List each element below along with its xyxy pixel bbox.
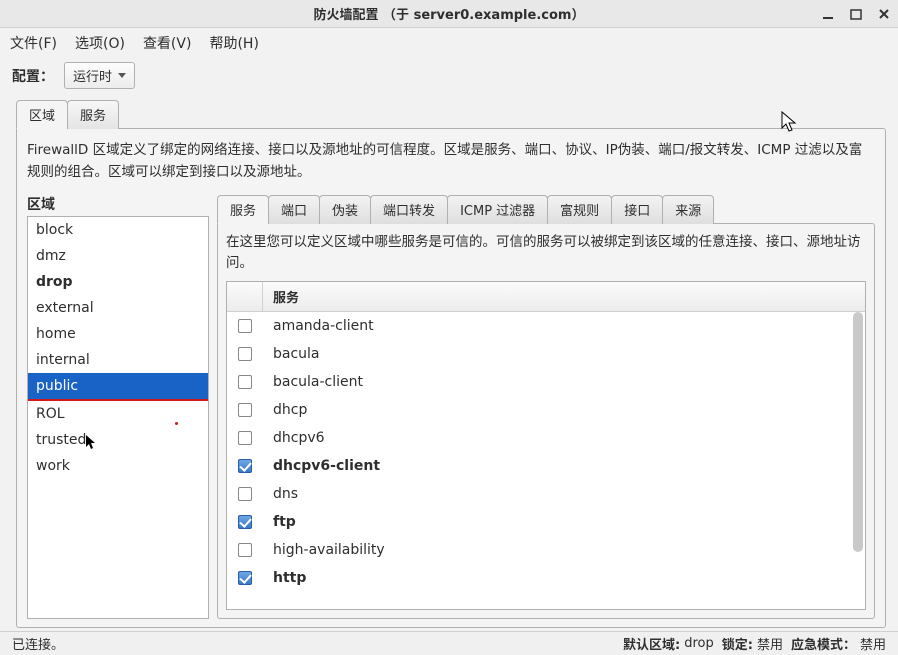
service-row-bacula-client[interactable]: bacula-client xyxy=(227,368,865,396)
menu-help[interactable]: 帮助(H) xyxy=(209,33,258,53)
zone-item-external[interactable]: external xyxy=(28,295,208,321)
service-checkbox-bacula[interactable] xyxy=(238,347,252,361)
menubar: 文件(F) 选项(O) 查看(V) 帮助(H) xyxy=(0,28,898,58)
maximize-icon[interactable] xyxy=(848,6,864,22)
services-table-header: 服务 xyxy=(227,282,865,312)
zone-panel: FirewallD 区域定义了绑定的网络连接、接口以及源地址的可信程度。区域是服… xyxy=(16,128,886,628)
service-checkbox-dhcpv6[interactable] xyxy=(238,431,252,445)
zone-list-column: 区域 blockdmzdropexternalhomeinternalpubli… xyxy=(27,194,209,619)
subtab-ports[interactable]: 端口 xyxy=(268,195,320,224)
text-cursor-icon xyxy=(84,433,96,455)
zone-list[interactable]: blockdmzdropexternalhomeinternalpublicRO… xyxy=(27,216,209,619)
service-checkbox-dns[interactable] xyxy=(238,487,252,501)
scrollbar-thumb[interactable] xyxy=(853,312,863,552)
service-checkbox-ftp[interactable] xyxy=(238,515,252,529)
subtab-services[interactable]: 服务 xyxy=(217,195,269,224)
status-lockdown-label: 锁定: xyxy=(722,634,753,653)
service-name: amanda-client xyxy=(263,318,865,334)
service-row-dhcpv6-client[interactable]: dhcpv6-client xyxy=(227,452,865,480)
service-checkbox-amanda-client[interactable] xyxy=(238,319,252,333)
services-table: 服务 amanda-client bacula bacula-client dhcp d… xyxy=(226,281,866,610)
subtab-masquerade[interactable]: 伪装 xyxy=(319,195,371,224)
main-tabview: 区域 服务 FirewallD 区域定义了绑定的网络连接、接口以及源地址的可信程… xyxy=(16,99,886,628)
service-checkbox-http[interactable] xyxy=(238,571,252,585)
main-tabs-bar: 区域 服务 xyxy=(16,99,886,128)
zone-item-rol[interactable]: ROL xyxy=(28,401,208,427)
status-lockdown: 禁用 xyxy=(757,634,783,653)
service-checkbox-high-availability[interactable] xyxy=(238,543,252,557)
zone-item-work[interactable]: work xyxy=(28,453,208,479)
service-checkbox-dhcpv6-client[interactable] xyxy=(238,459,252,473)
service-row-high-availability[interactable]: high-availability xyxy=(227,536,865,564)
menu-view[interactable]: 查看(V) xyxy=(143,33,192,53)
service-row-dhcpv6[interactable]: dhcpv6 xyxy=(227,424,865,452)
zone-item-dmz[interactable]: dmz xyxy=(28,243,208,269)
minimize-icon[interactable] xyxy=(820,6,836,22)
zone-columns: 区域 blockdmzdropexternalhomeinternalpubli… xyxy=(27,194,875,619)
annotation-dot xyxy=(175,422,178,425)
service-name: dns xyxy=(263,486,865,502)
zone-item-block[interactable]: block xyxy=(28,217,208,243)
status-panic-label: 应急模式： xyxy=(791,634,856,653)
zone-item-trusted[interactable]: trusted xyxy=(28,427,208,453)
subtab-icmp-filter[interactable]: ICMP 过滤器 xyxy=(447,195,548,224)
service-name: dhcp xyxy=(263,402,865,418)
service-row-dhcp[interactable]: dhcp xyxy=(227,396,865,424)
zone-item-drop[interactable]: drop xyxy=(28,269,208,295)
subtab-rich-rules[interactable]: 富规则 xyxy=(547,195,612,224)
service-row-bacula[interactable]: bacula xyxy=(227,340,865,368)
service-name: bacula xyxy=(263,346,865,362)
service-checkbox-bacula-client[interactable] xyxy=(238,375,252,389)
service-name: dhcpv6 xyxy=(263,430,865,446)
services-description: 在这里您可以定义区域中哪些服务是可信的。可信的服务可以被绑定到该区域的任意连接、… xyxy=(226,232,866,275)
subtab-port-forward[interactable]: 端口转发 xyxy=(370,195,448,224)
statusbar: 已连接。 默认区域: drop 锁定: 禁用 应急模式： 禁用 xyxy=(0,631,898,655)
zone-description: FirewallD 区域定义了绑定的网络连接、接口以及源地址的可信程度。区域是服… xyxy=(27,139,875,184)
zone-item-public[interactable]: public xyxy=(28,373,208,401)
tab-zone[interactable]: 区域 xyxy=(16,100,68,129)
status-panic: 禁用 xyxy=(860,634,886,653)
services-table-body[interactable]: amanda-client bacula bacula-client dhcp dhcp… xyxy=(227,312,865,609)
zone-subtabs-bar: 服务 端口 伪装 端口转发 ICMP 过滤器 富规则 接口 来源 xyxy=(217,194,875,223)
configuration-dropdown[interactable]: 运行时 xyxy=(64,62,135,89)
service-name: dhcpv6-client xyxy=(263,458,865,474)
service-name: high-availability xyxy=(263,542,865,558)
status-default-zone-label: 默认区域: xyxy=(623,634,680,653)
services-check-column-header xyxy=(227,282,263,311)
service-row-dns[interactable]: dns xyxy=(227,480,865,508)
zone-detail-column: 服务 端口 伪装 端口转发 ICMP 过滤器 富规则 接口 来源 在这里您可以定… xyxy=(217,194,875,619)
service-row-amanda-client[interactable]: amanda-client xyxy=(227,312,865,340)
zone-item-internal[interactable]: internal xyxy=(28,347,208,373)
status-connected: 已连接。 xyxy=(12,634,64,653)
configuration-row: 配置： 运行时 xyxy=(0,58,898,99)
configuration-label: 配置： xyxy=(12,66,54,86)
subtab-interfaces[interactable]: 接口 xyxy=(611,195,663,224)
services-name-column-header: 服务 xyxy=(263,282,865,311)
close-icon[interactable] xyxy=(876,6,892,22)
service-checkbox-dhcp[interactable] xyxy=(238,403,252,417)
menu-options[interactable]: 选项(O) xyxy=(75,33,125,53)
service-name: http xyxy=(263,570,865,586)
services-panel: 在这里您可以定义区域中哪些服务是可信的。可信的服务可以被绑定到该区域的任意连接、… xyxy=(217,223,875,619)
service-row-http[interactable]: http xyxy=(227,564,865,592)
tab-service[interactable]: 服务 xyxy=(67,100,119,129)
zone-list-label: 区域 xyxy=(27,194,209,214)
service-name: bacula-client xyxy=(263,374,865,390)
configuration-value: 运行时 xyxy=(73,66,112,85)
chevron-down-icon xyxy=(118,73,126,78)
service-row-ftp[interactable]: ftp xyxy=(227,508,865,536)
window-titlebar: 防火墙配置 （于 server0.example.com） xyxy=(0,0,898,28)
subtab-sources[interactable]: 来源 xyxy=(662,195,714,224)
window-controls xyxy=(820,6,892,22)
status-default-zone: drop xyxy=(684,636,714,651)
menu-file[interactable]: 文件(F) xyxy=(10,33,57,53)
service-name: ftp xyxy=(263,514,865,530)
window-title: 防火墙配置 （于 server0.example.com） xyxy=(0,4,898,23)
zone-item-home[interactable]: home xyxy=(28,321,208,347)
